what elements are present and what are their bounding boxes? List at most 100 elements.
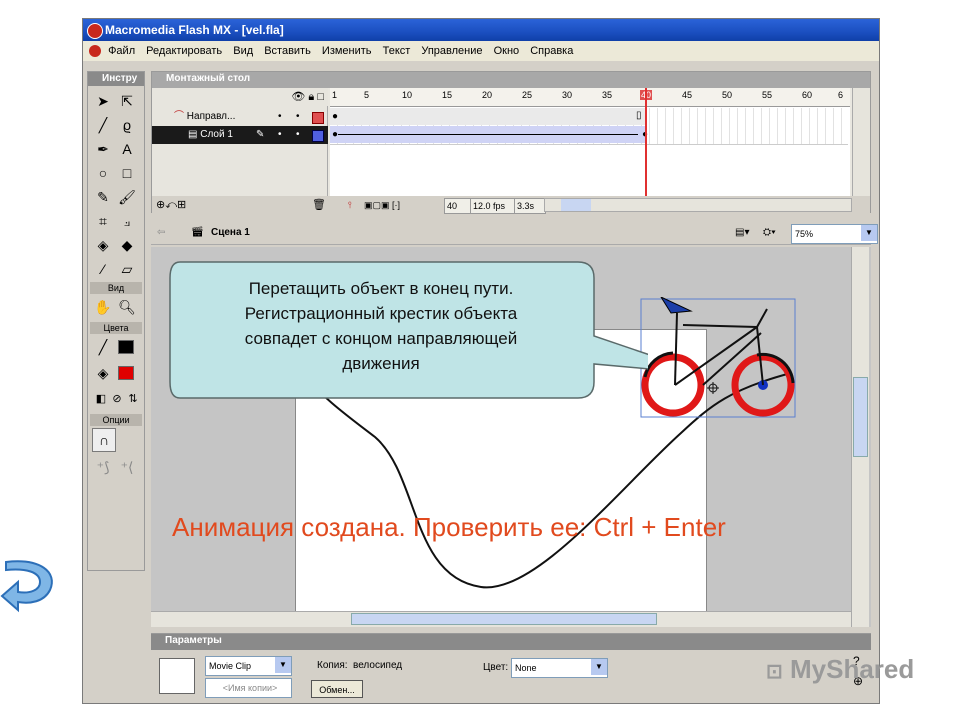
hscroll-thumb[interactable] [561, 199, 591, 211]
movieclip-icon [159, 658, 195, 694]
fill-color-swatch[interactable] [118, 366, 134, 380]
document-icon [89, 45, 101, 58]
menu-text[interactable]: Текст [383, 45, 411, 57]
frame-ruler[interactable]: 1 5 10 15 20 25 30 35 40 45 50 55 60 6 [330, 88, 850, 107]
fill-transform-tool-icon[interactable]: ⟓ [116, 210, 138, 232]
layer1-color[interactable] [312, 130, 324, 142]
chevron-down-icon: ▼ [275, 657, 291, 673]
menu-control[interactable]: Управление [421, 45, 482, 57]
layers-list: 👁︎ 🔒︎ □ ⌒ Направл... • • ▤ Слой 1 ✎ • • [152, 88, 328, 196]
elapsed-time-box: 3.3s [514, 198, 546, 214]
smooth-icon[interactable]: ⁺⟆ [92, 456, 114, 478]
menu-view[interactable]: Вид [233, 45, 253, 57]
chevron-down-icon: ▼ [591, 659, 607, 675]
line-tool-icon[interactable]: ╱ [92, 114, 114, 136]
center-frame-icon[interactable]: ⫯ [348, 196, 352, 214]
window-title: Macromedia Flash MX - [vel.fla] [105, 23, 284, 37]
frames-row-layer1[interactable]: ● ● [330, 126, 848, 145]
timeline-panel: Монтажный стол 👁︎ 🔒︎ □ ⌒ Направл... • • … [151, 71, 871, 214]
menu-window[interactable]: Окно [494, 45, 520, 57]
arrow-tool-icon[interactable]: ➤ [92, 90, 114, 112]
subselect-tool-icon[interactable]: ⇱ [116, 90, 138, 112]
menu-bar: Файл Редактировать Вид Вставить Изменить… [83, 41, 879, 61]
ink-bottle-tool-icon[interactable]: ◈ [92, 234, 114, 256]
lasso-tool-icon[interactable]: ϱ [116, 114, 138, 136]
trash-icon[interactable]: 🗑︎ [312, 196, 326, 214]
zoom-dropdown[interactable]: 75% ▼ [791, 224, 878, 244]
layer1-visible-dot[interactable]: • [278, 126, 282, 144]
swap-button[interactable]: Обмен... [311, 680, 363, 698]
paint-bucket-tool-icon[interactable]: ◆ [116, 234, 138, 256]
edit-scene-icon[interactable]: ▤▾ [735, 221, 749, 245]
watermark-logo: ⊡ MyShared [766, 654, 914, 685]
hand-tool-icon[interactable]: ✋ [92, 296, 114, 318]
stroke-color-swatch[interactable] [118, 340, 134, 354]
guide-layer-icon: ⌒ [174, 111, 184, 122]
outline-icon[interactable]: □ [317, 91, 324, 103]
guide-span [330, 108, 646, 125]
keyframe-dot[interactable]: ● [332, 129, 338, 140]
oval-tool-icon[interactable]: ○ [92, 162, 114, 184]
zoom-tool-icon[interactable]: 🔍︎ [116, 296, 138, 318]
frames-grid[interactable]: 1 5 10 15 20 25 30 35 40 45 50 55 60 6 ●… [330, 88, 850, 196]
menu-insert[interactable]: Вставить [264, 45, 311, 57]
ruler-tick: 35 [602, 90, 613, 100]
menu-file[interactable]: Файл [108, 45, 135, 57]
eye-icon[interactable]: 👁︎ [291, 91, 305, 103]
layer1-lock-dot[interactable]: • [296, 126, 300, 144]
current-frame-box: 40 [444, 198, 472, 214]
free-transform-tool-icon[interactable]: ⌗ [92, 210, 114, 232]
timeline-vscroll[interactable] [852, 88, 870, 196]
text-tool-icon[interactable]: A [116, 138, 138, 160]
colors-section-label: Цвета [90, 322, 142, 334]
layer-guide-lock-dot[interactable]: • [296, 108, 300, 126]
eraser-tool-icon[interactable]: ▱ [116, 258, 138, 280]
ruler-tick: 6 [838, 90, 844, 100]
layer-guide-visible-dot[interactable]: • [278, 108, 282, 126]
menu-edit[interactable]: Редактировать [146, 45, 222, 57]
onion-skin-icons[interactable]: ▣▢▣ [·] [364, 196, 400, 214]
straighten-icon[interactable]: ⁺⟨ [116, 456, 138, 478]
scene-bar: ⇦ 🎬︎ Сцена 1 ▤▾ ⛭▾ 75% ▼ [151, 221, 878, 245]
ruler-tick: 5 [364, 90, 370, 100]
callout-line: совпадет с концом направляющей [244, 329, 518, 348]
frames-row-guide[interactable]: ● ▯ [330, 108, 848, 127]
timeline-status-bar: ⊕⤺⊞ 🗑︎ ⫯ ▣▢▣ [·] 40 12.0 fps 3.3s [152, 196, 870, 214]
color-effect-dropdown[interactable]: None ▼ [511, 658, 608, 678]
add-layer-icon[interactable]: ⊕⤺⊞ [156, 196, 186, 214]
bicycle-symbol[interactable] [639, 297, 799, 425]
layer-row-guide[interactable]: ⌒ Направл... • • [152, 108, 328, 126]
vscroll-thumb[interactable] [853, 377, 868, 457]
ruler-tick: 55 [762, 90, 773, 100]
edit-symbol-icon[interactable]: ⛭▾ [763, 221, 776, 245]
playhead[interactable] [645, 88, 647, 196]
keyframe-dot[interactable]: ● [332, 111, 338, 122]
pencil-tool-icon[interactable]: ✎ [92, 186, 114, 208]
color-effect-value: None [515, 663, 537, 673]
swap-colors-icon[interactable]: ⇅ [122, 388, 144, 410]
view-section-label: Вид [90, 282, 142, 294]
keyframe-end[interactable]: ▯ [636, 110, 642, 121]
timeline-hscroll[interactable] [544, 198, 852, 212]
zoom-value: 75% [795, 229, 814, 239]
symbol-type-dropdown[interactable]: Movie Clip ▼ [205, 656, 292, 676]
eyedropper-tool-icon[interactable]: ⁄ [92, 258, 114, 280]
instance-name-field[interactable]: <Имя копии> [205, 678, 292, 698]
rectangle-tool-icon[interactable]: □ [116, 162, 138, 184]
snap-magnet-icon[interactable]: ∩ [92, 428, 116, 452]
back-arrow-icon[interactable]: ⇦ [157, 221, 165, 245]
layer-row-layer1[interactable]: ▤ Слой 1 ✎ • • [152, 126, 328, 144]
stage-hscroll[interactable] [151, 611, 851, 627]
ruler-tick: 60 [802, 90, 813, 100]
menu-help[interactable]: Справка [530, 45, 573, 57]
brush-tool-icon[interactable]: 🖌 [116, 186, 138, 208]
ruler-tick: 15 [442, 90, 453, 100]
stage-vscroll[interactable] [851, 247, 869, 627]
color-label: Цвет: [483, 662, 509, 673]
lock-icon[interactable]: 🔒︎ [308, 91, 314, 103]
return-arrow-icon[interactable] [0, 552, 62, 622]
menu-modify[interactable]: Изменить [322, 45, 372, 57]
pen-tool-icon[interactable]: ✒ [92, 138, 114, 160]
layer-guide-color[interactable] [312, 112, 324, 124]
hscroll-thumb[interactable] [351, 613, 657, 625]
